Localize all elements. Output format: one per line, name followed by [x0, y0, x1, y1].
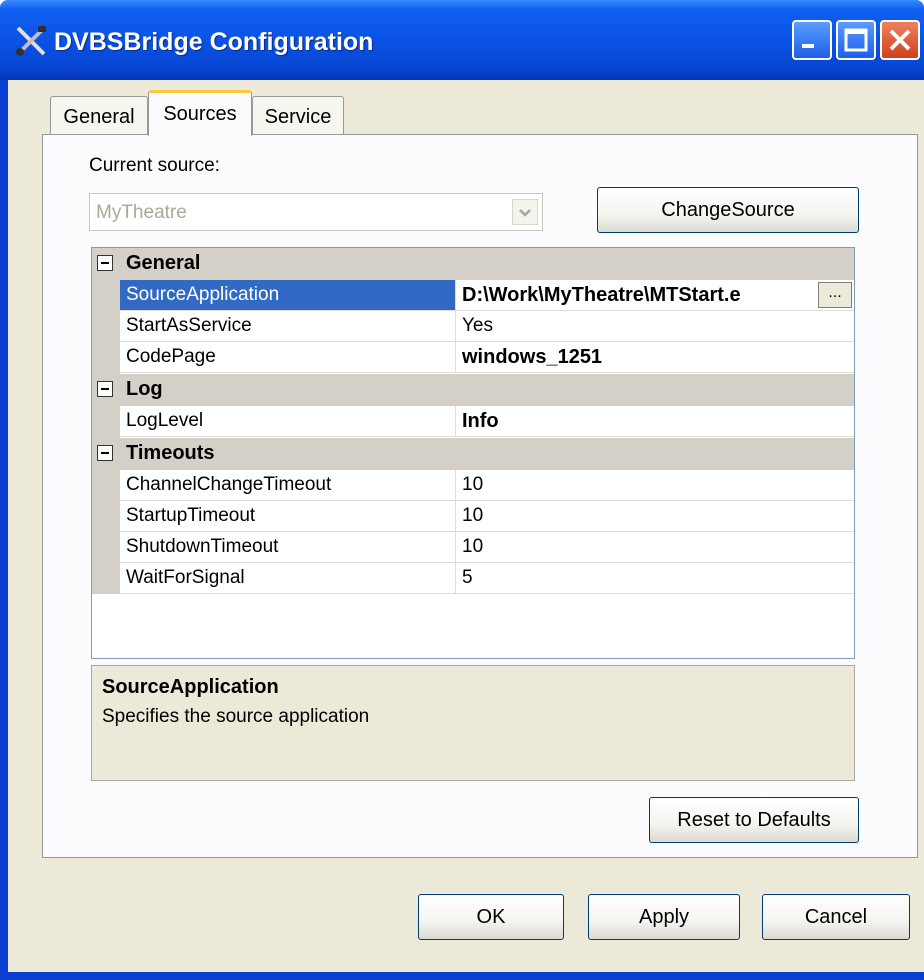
property-row-channelchangetimeout[interactable]: ChannelChangeTimeout 10 — [120, 470, 854, 501]
tools-icon — [16, 26, 46, 56]
property-row-waitforsignal[interactable]: WaitForSignal 5 — [120, 563, 854, 594]
collapse-icon[interactable] — [97, 381, 113, 397]
property-name: WaitForSignal — [120, 563, 456, 593]
description-text: Specifies the source application — [102, 706, 370, 727]
property-value[interactable]: D:\Work\MyTheatre\MTStart.e — [462, 280, 850, 310]
property-row-startuptimeout[interactable]: StartupTimeout 10 — [120, 501, 854, 532]
property-row-sourceapplication[interactable]: SourceApplication D:\Work\MyTheatre\MTSt… — [120, 280, 854, 311]
apply-button[interactable]: Apply — [588, 894, 740, 940]
property-name: ChannelChangeTimeout — [120, 470, 456, 500]
category-general[interactable]: General — [92, 248, 854, 280]
property-value[interactable]: 10 — [462, 501, 850, 531]
category-timeouts[interactable]: Timeouts — [92, 438, 854, 470]
tab-service[interactable]: Service — [252, 96, 344, 134]
property-description-panel: SourceApplication Specifies the source a… — [91, 665, 855, 781]
chevron-down-icon — [519, 209, 531, 217]
property-name: LogLevel — [120, 406, 456, 436]
title-bar[interactable]: DVBSBridge Configuration — [0, 0, 924, 80]
current-source-label: Current source: — [89, 155, 220, 176]
collapse-icon[interactable] — [97, 445, 113, 461]
minimize-button[interactable] — [792, 20, 832, 60]
property-value[interactable]: windows_1251 — [462, 342, 850, 372]
category-log[interactable]: Log — [92, 374, 854, 406]
tab-sources[interactable]: Sources — [148, 90, 252, 136]
category-label: Timeouts — [126, 442, 215, 464]
property-row-startasservice[interactable]: StartAsService Yes — [120, 311, 854, 342]
property-value[interactable]: 10 — [462, 470, 850, 500]
property-row-shutdowntimeout[interactable]: ShutdownTimeout 10 — [120, 532, 854, 563]
maximize-button[interactable] — [836, 20, 876, 60]
property-name: ShutdownTimeout — [120, 532, 456, 562]
category-label: General — [126, 252, 201, 274]
current-source-combo[interactable]: MyTheatre — [89, 193, 543, 231]
minimize-icon — [802, 44, 814, 48]
browse-button[interactable]: ... — [818, 282, 852, 308]
property-row-loglevel[interactable]: LogLevel Info — [120, 406, 854, 437]
grid-left-margin — [92, 248, 120, 594]
description-title: SourceApplication — [102, 676, 279, 698]
property-row-codepage[interactable]: CodePage windows_1251 — [120, 342, 854, 373]
property-value[interactable]: 5 — [462, 563, 850, 593]
property-name: StartAsService — [120, 311, 456, 341]
dialog-client-area: General Sources Service Current source: … — [8, 80, 924, 972]
close-button[interactable] — [880, 20, 920, 60]
window-title: DVBSBridge Configuration — [54, 28, 374, 56]
combo-dropdown-button[interactable] — [512, 199, 538, 225]
ok-button[interactable]: OK — [418, 894, 564, 940]
property-grid[interactable]: General SourceApplication D:\Work\MyThea… — [91, 247, 855, 659]
property-name: CodePage — [120, 342, 456, 372]
dialog-window: DVBSBridge Configuration General Sources… — [0, 0, 924, 980]
close-icon — [889, 29, 911, 51]
category-label: Log — [126, 378, 163, 400]
sources-tab-panel: Current source: MyTheatre ChangeSource G… — [42, 134, 918, 858]
property-value[interactable]: 10 — [462, 532, 850, 562]
tab-general[interactable]: General — [50, 96, 148, 134]
cancel-button[interactable]: Cancel — [762, 894, 910, 940]
reset-to-defaults-button[interactable]: Reset to Defaults — [649, 797, 859, 843]
property-value[interactable]: Info — [462, 406, 850, 436]
maximize-icon — [844, 28, 868, 52]
change-source-button[interactable]: ChangeSource — [597, 187, 859, 233]
collapse-icon[interactable] — [97, 255, 113, 271]
property-name: StartupTimeout — [120, 501, 456, 531]
property-name: SourceApplication — [120, 280, 456, 310]
property-value[interactable]: Yes — [462, 311, 850, 341]
current-source-value: MyTheatre — [96, 202, 187, 223]
